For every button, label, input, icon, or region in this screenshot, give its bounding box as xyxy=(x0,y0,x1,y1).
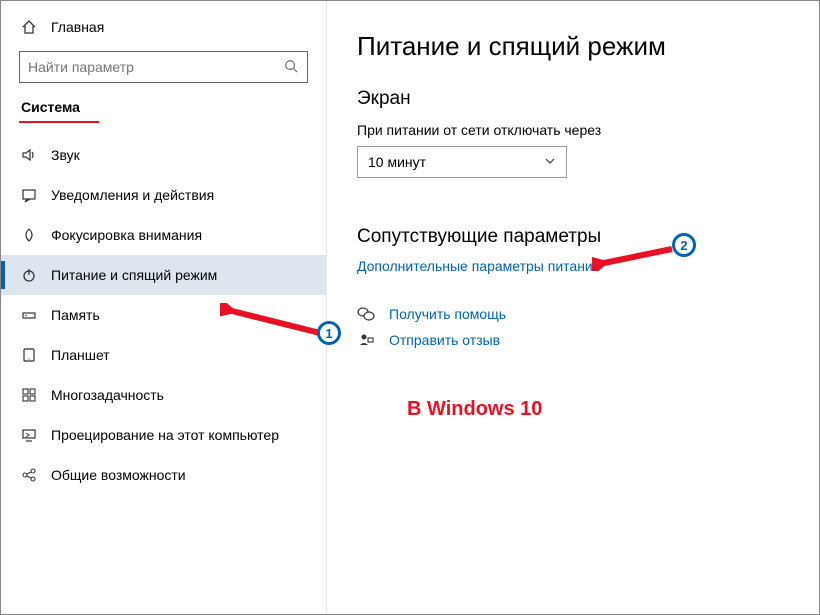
sidebar-item-label: Многозадачность xyxy=(51,387,164,403)
page-title: Питание и спящий режим xyxy=(357,31,795,62)
search-icon xyxy=(283,59,299,76)
feedback-link-text: Отправить отзыв xyxy=(389,332,500,348)
sidebar-item-label: Звук xyxy=(51,147,80,163)
sidebar-item-label: Планшет xyxy=(51,347,110,363)
sidebar-item-label: Память xyxy=(51,307,100,323)
search-input[interactable] xyxy=(19,51,308,83)
get-help-link[interactable]: Получить помощь xyxy=(357,306,795,322)
sidebar-item-label: Проецирование на этот компьютер xyxy=(51,427,279,443)
help-link-text: Получить помощь xyxy=(389,306,506,322)
sidebar-item-shared[interactable]: Общие возможности xyxy=(1,455,326,495)
help-icon xyxy=(357,306,375,322)
sidebar-item-label: Фокусировка внимания xyxy=(51,227,202,243)
feedback-icon xyxy=(357,332,375,348)
sidebar: Главная Система Звук Уведомления и дейст… xyxy=(1,1,327,614)
home-label: Главная xyxy=(51,19,104,35)
sidebar-item-focus[interactable]: Фокусировка внимания xyxy=(1,215,326,255)
multitask-icon xyxy=(21,387,37,403)
sidebar-item-label: Общие возможности xyxy=(51,467,186,483)
sidebar-item-storage[interactable]: Память xyxy=(1,295,326,335)
additional-power-settings-link[interactable]: Дополнительные параметры питания xyxy=(357,258,795,274)
screen-heading: Экран xyxy=(357,88,795,110)
send-feedback-link[interactable]: Отправить отзыв xyxy=(357,332,795,348)
notifications-icon xyxy=(21,187,37,203)
sidebar-item-project[interactable]: Проецирование на этот компьютер xyxy=(1,415,326,455)
related-heading: Сопутствующие параметры xyxy=(357,226,795,248)
power-icon xyxy=(21,267,37,283)
chevron-down-icon xyxy=(544,154,556,170)
sound-icon xyxy=(21,147,37,163)
sidebar-item-notifications[interactable]: Уведомления и действия xyxy=(1,175,326,215)
dropdown-value: 10 минут xyxy=(368,154,426,170)
home-icon xyxy=(21,19,37,35)
watermark-text: В Windows 10 xyxy=(407,398,795,421)
shared-icon xyxy=(21,467,37,483)
sidebar-item-label: Питание и спящий режим xyxy=(51,267,217,283)
sidebar-item-multitask[interactable]: Многозадачность xyxy=(1,375,326,415)
sidebar-item-power[interactable]: Питание и спящий режим xyxy=(1,255,326,295)
storage-icon xyxy=(21,307,37,323)
sidebar-item-tablet[interactable]: Планшет xyxy=(1,335,326,375)
sidebar-item-home[interactable]: Главная xyxy=(1,19,326,51)
search-field[interactable] xyxy=(28,59,283,75)
focus-icon xyxy=(21,227,37,243)
screen-off-dropdown[interactable]: 10 минут xyxy=(357,146,567,178)
sidebar-item-label: Уведомления и действия xyxy=(51,187,214,203)
section-header-system: Система xyxy=(1,97,326,121)
section-underline xyxy=(19,121,99,123)
screen-off-label: При питании от сети отключать через xyxy=(357,122,795,138)
tablet-icon xyxy=(21,347,37,363)
main-content: Питание и спящий режим Экран При питании… xyxy=(327,1,819,614)
project-icon xyxy=(21,427,37,443)
sidebar-item-sound[interactable]: Звук xyxy=(1,135,326,175)
